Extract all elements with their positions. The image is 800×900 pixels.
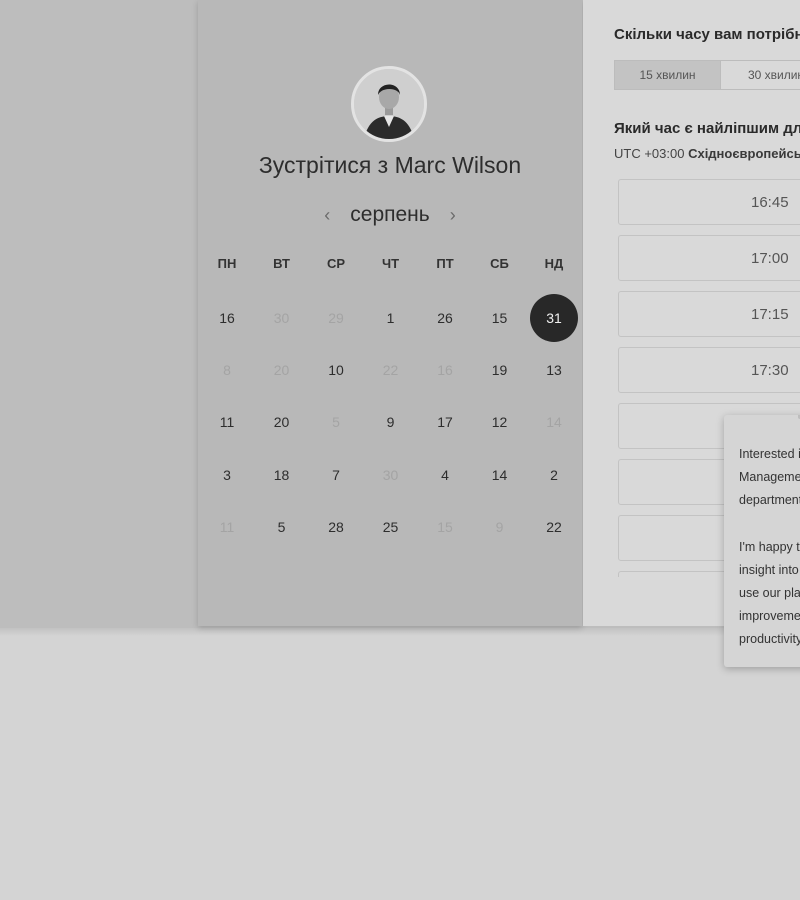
calendar-day[interactable]: 2 — [530, 451, 578, 499]
timezone-name: Східноєвропейський час — [688, 146, 800, 161]
calendar-day[interactable]: 26 — [421, 294, 469, 342]
time-slot-label: 17:00 — [751, 250, 789, 267]
calendar-panel: Зустрітися з Marc Wilson ‹ серпень › ПН В… — [198, 0, 582, 626]
calendar-day[interactable]: 20 — [258, 398, 306, 446]
duration-selector: 15 хвилин 30 хвилин — [614, 60, 800, 90]
time-slot-label: 17:30 — [751, 362, 789, 379]
time-slot-button[interactable]: 17:15 — [618, 291, 800, 337]
calendar-day[interactable]: 18 — [258, 451, 306, 499]
weekday-label: ЧТ — [381, 256, 400, 271]
calendar-day[interactable]: 4 — [421, 451, 469, 499]
popup-line: insight into — [739, 563, 799, 577]
calendar-day-selected[interactable]: 31 — [530, 294, 578, 342]
calendar-day: 9 — [495, 518, 504, 535]
calendar-day[interactable]: 25 — [367, 503, 415, 551]
calendar-day[interactable]: 16 — [203, 294, 251, 342]
calendar-day: 16 — [437, 362, 453, 379]
popup-line: department? — [739, 493, 800, 507]
weekday-label: ПН — [217, 256, 237, 271]
calendar-day[interactable]: 12 — [476, 398, 524, 446]
calendar-day[interactable]: 15 — [476, 294, 524, 342]
calendar-day[interactable]: 13 — [530, 346, 578, 394]
avatar — [351, 66, 427, 142]
weekday-label: НД — [544, 256, 564, 271]
calendar-day: 30 — [382, 466, 399, 483]
month-navigator: ‹ серпень › — [198, 200, 582, 230]
chevron-left-icon[interactable]: ‹ — [318, 205, 336, 226]
calendar-day[interactable]: 28 — [312, 503, 360, 551]
weekday-label: СР — [326, 256, 346, 271]
duration-question: Скільки часу вам потрібно? — [614, 26, 800, 43]
popup-line: use our platform — [739, 586, 800, 600]
calendar-day[interactable]: 11 — [203, 398, 251, 446]
calendar-day: 15 — [437, 518, 453, 535]
calendar-day: 20 — [273, 362, 290, 379]
duration-15-button[interactable]: 15 хвилин — [614, 60, 721, 90]
time-slot-label: 16:45 — [751, 194, 789, 211]
calendar-day[interactable]: 7 — [312, 451, 360, 499]
month-label: серпень — [350, 203, 430, 226]
calendar-day[interactable]: 10 — [312, 346, 360, 394]
calendar-day[interactable]: 17 — [421, 398, 469, 446]
calendar-day: 30 — [273, 310, 290, 326]
time-slot-button[interactable]: 17:00 — [618, 235, 800, 281]
calendar-day: 29 — [328, 310, 344, 326]
meeting-title: Зустрітися з Marc Wilson — [258, 152, 522, 178]
calendar-day[interactable]: 5 — [258, 503, 306, 551]
popup-line: Management — [739, 470, 800, 484]
timezone-label: UTC +03:00 Східноєвропейський час — [614, 146, 800, 161]
calendar-day[interactable]: 14 — [476, 451, 524, 499]
weekday-label: СБ — [490, 256, 509, 271]
chevron-right-icon[interactable]: › — [444, 205, 462, 226]
calendar-day: 5 — [332, 414, 340, 431]
popup-line: I'm happy to — [739, 540, 800, 554]
popup-line: Interested in — [739, 447, 800, 461]
calendar-day[interactable]: 1 — [367, 294, 415, 342]
calendar-day[interactable]: 22 — [530, 503, 578, 551]
calendar-day: 22 — [382, 362, 399, 379]
popup-line — [739, 512, 800, 536]
popup-line: productivity. — [739, 632, 800, 646]
chat-popup[interactable]: Interested in Management department? I'm ha… — [724, 415, 800, 667]
time-slot-button[interactable]: 16:45 — [618, 179, 800, 225]
timezone-offset: UTC +03:00 — [614, 146, 685, 161]
popup-line: improvement — [739, 609, 800, 623]
calendar-day[interactable]: 3 — [203, 451, 251, 499]
calendar-day[interactable]: 9 — [367, 398, 415, 446]
duration-30-button[interactable]: 30 хвилин — [721, 60, 800, 90]
time-slot-label: 17:15 — [751, 306, 789, 323]
weekday-label: ПТ — [436, 256, 454, 271]
calendar-day: 8 — [223, 362, 231, 379]
weekday-header: ПН ВТ СР ЧТ ПТ СБ НД — [200, 256, 584, 280]
calendar-day: 11 — [219, 518, 235, 535]
time-question: Який час є найліпшим для вас? — [614, 120, 800, 137]
weekday-label: ВТ — [273, 256, 290, 271]
calendar-day: 14 — [546, 414, 562, 431]
time-slot-button[interactable]: 17:30 — [618, 347, 800, 393]
calendar-day[interactable]: 19 — [476, 346, 524, 394]
popup-message: Interested in Management department? I'm ha… — [739, 443, 800, 651]
